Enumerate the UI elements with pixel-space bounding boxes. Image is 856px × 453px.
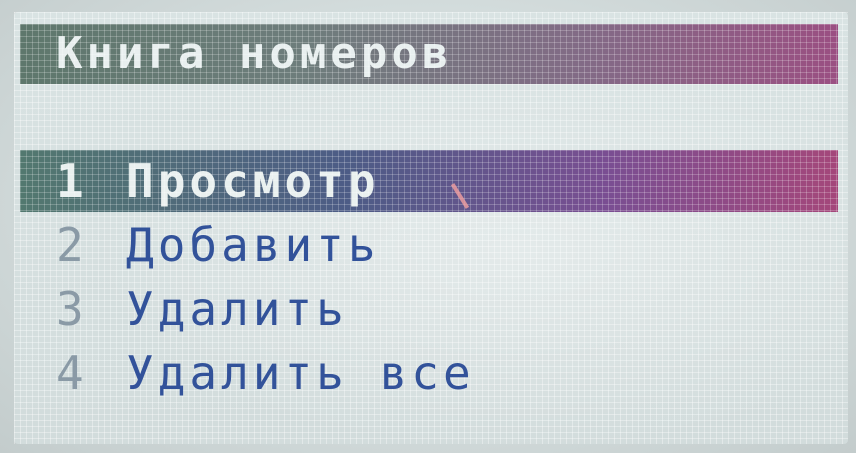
screen-title: Книга номеров <box>56 28 453 79</box>
menu-item-label: Просмотр <box>126 154 380 208</box>
menu-item-number: 4 <box>56 346 88 400</box>
menu-item-number: 2 <box>56 218 88 272</box>
menu-item-number: 3 <box>56 282 88 336</box>
menu-item-delete[interactable]: 3 Удалить <box>20 278 838 340</box>
menu-item-label: Удалить все <box>126 346 475 400</box>
menu-item-label: Удалить <box>126 282 348 336</box>
title-bar: Книга номеров <box>20 24 838 84</box>
menu-item-view[interactable]: 1 Просмотр <box>20 150 838 212</box>
menu-item-delete-all[interactable]: 4 Удалить все <box>20 342 838 404</box>
menu-item-number: 1 <box>56 154 88 208</box>
menu-item-label: Добавить <box>126 218 380 272</box>
device-photo: Книга номеров 1 Просмотр 2 Добавить 3 Уд… <box>0 0 856 453</box>
menu-item-add[interactable]: 2 Добавить <box>20 214 838 276</box>
phonebook-menu: 1 Просмотр 2 Добавить 3 Удалить 4 Удалит… <box>20 150 838 406</box>
